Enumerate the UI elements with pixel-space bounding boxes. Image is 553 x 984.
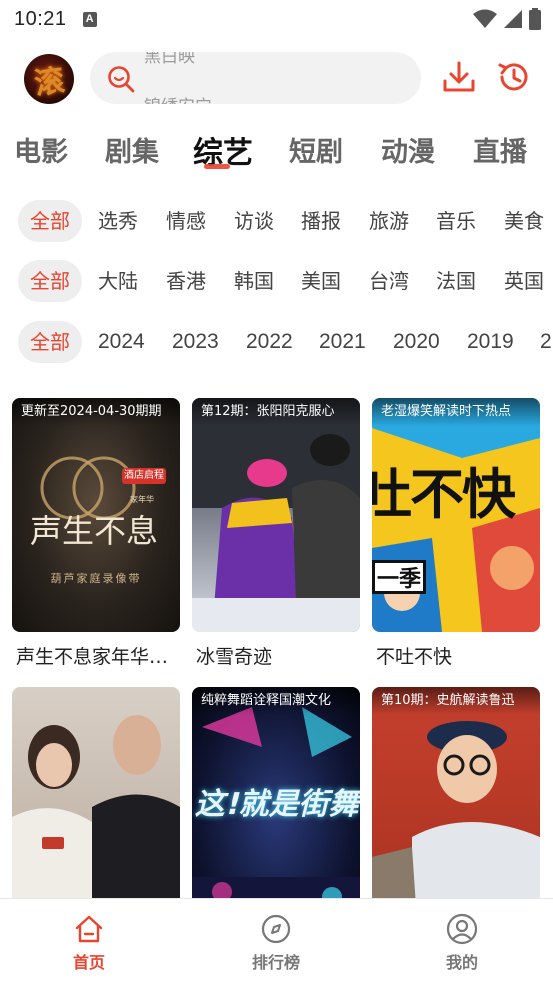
filter-type-item[interactable]: 播报 [301,200,341,242]
search-header: 滚 黑白映 锦绣安宁 [0,50,553,108]
poster-tag: 酒店启程 [124,470,164,481]
filter-year-item[interactable]: 2024 [98,321,145,363]
filter-year-item[interactable]: 2020 [393,321,440,363]
filter-row-type: 全部 选秀 情感 访谈 播报 旅游 音乐 美食 [0,200,553,242]
update-badge: 第10期：史航解读鲁迅 [372,687,540,715]
active-tab-indicator [204,164,230,169]
poster-subtitle: 一季 [372,560,426,594]
nav-label: 排行榜 [251,953,300,972]
history-icon[interactable] [496,59,532,95]
filter-region-all[interactable]: 全部 [18,260,82,302]
update-badge: 更新至2024-04-30期期 [12,398,180,426]
nav-ranking[interactable]: 排行榜 [231,913,321,973]
nav-profile[interactable]: 我的 [417,913,507,973]
bottom-navigation: 首页 排行榜 我的 [0,898,553,984]
filter-year-item[interactable]: 2022 [246,321,293,363]
update-badge [12,687,180,715]
download-icon[interactable] [441,59,477,95]
show-poster: 第10期：史航解读鲁迅 [372,687,540,921]
nav-label: 首页 [72,953,105,972]
search-icon [108,66,135,93]
filter-region-item[interactable]: 法国 [436,260,476,302]
poster-art [12,715,180,921]
user-icon [446,913,478,945]
poster-title: 吐不快 [372,463,516,526]
home-icon [75,915,103,943]
filter-region-item[interactable]: 英国 [504,260,544,302]
tab-live[interactable]: 直播 [473,130,527,169]
update-badge: 纯粹舞蹈诠释国潮文化 [192,687,360,715]
category-tabs: 电影 剧集 综艺 短剧 动漫 直播 [0,130,553,176]
search-hint-previous: 黑白映 [144,52,195,67]
tab-movie[interactable]: 电影 [14,130,68,169]
filter-year-item[interactable]: 2023 [172,321,219,363]
show-poster: 家年华 声生不息 酒店启程 葫芦家庭录像带 更新至2024-04-30期期 [12,398,180,632]
show-title: 声生不息家年华… [16,646,169,668]
logo-glyph: 滚 [32,63,67,102]
update-badge: 老湿爆笑解读时下热点 [372,398,540,426]
show-title: 冰雪奇迹 [196,646,273,668]
poster-title: 这!就是街舞 [192,787,360,822]
status-time: 10:21 [14,7,67,30]
search-bar[interactable]: 黑白映 锦绣安宁 [90,52,421,104]
update-badge: 第12期：张阳阳克服心 [192,398,360,426]
show-poster: 第12期：张阳阳克服心 [192,398,360,632]
filter-region-item[interactable]: 大陆 [98,260,138,302]
tab-anime[interactable]: 动漫 [381,130,435,169]
nav-home[interactable]: 首页 [44,913,134,973]
filter-row-region: 全部 大陆 香港 韩国 美国 台湾 法国 英国 [0,260,553,302]
show-title: 不吐不快 [376,646,453,668]
filter-type-item[interactable]: 音乐 [436,200,476,242]
poster-art [192,398,360,632]
filter-row-year: 全部 2024 2023 2022 2021 2020 2019 2 [0,321,553,363]
app-logo-avatar[interactable]: 滚 [24,54,74,104]
battery-icon [529,8,541,30]
filter-type-item[interactable]: 访谈 [234,200,274,242]
filter-year-item[interactable]: 2019 [467,321,514,363]
compass-icon [261,914,291,944]
status-icons [473,8,541,30]
filter-type-item[interactable]: 美食 [504,200,544,242]
show-poster: 吐不快 一季 老湿爆笑解读时下热点 [372,398,540,632]
poster-art [372,721,540,921]
filter-year-all[interactable]: 全部 [18,321,82,363]
nav-label: 我的 [445,953,478,972]
show-poster: 这!就是街舞 纯粹舞蹈诠释国潮文化 [192,687,360,921]
filter-type-all[interactable]: 全部 [18,200,82,242]
tab-short-drama[interactable]: 短剧 [289,130,343,169]
show-poster [12,687,180,921]
notification-icon: A [82,11,97,27]
search-hint-next: 锦绣安宁 [144,92,212,104]
filter-region-item[interactable]: 韩国 [234,260,274,302]
filter-type-item[interactable]: 旅游 [369,200,409,242]
filter-region-item[interactable]: 台湾 [369,260,409,302]
search-rolling-hint: 黑白映 锦绣安宁 [144,52,404,104]
tab-series[interactable]: 剧集 [105,130,159,169]
filter-year-item[interactable]: 2 [540,321,552,363]
signal-icon [504,10,522,28]
poster-title: 声生不息 [30,512,159,550]
filter-type-item[interactable]: 情感 [166,200,206,242]
filter-region-item[interactable]: 美国 [301,260,341,302]
filter-type-item[interactable]: 选秀 [98,200,138,242]
filter-region-item[interactable]: 香港 [166,260,206,302]
svg-text:家年华: 家年华 [130,494,154,504]
poster-subtitle: 葫芦家庭录像带 [50,572,142,585]
filter-year-item[interactable]: 2021 [319,321,366,363]
status-bar: 10:21 A [0,0,553,38]
wifi-icon [473,9,497,28]
